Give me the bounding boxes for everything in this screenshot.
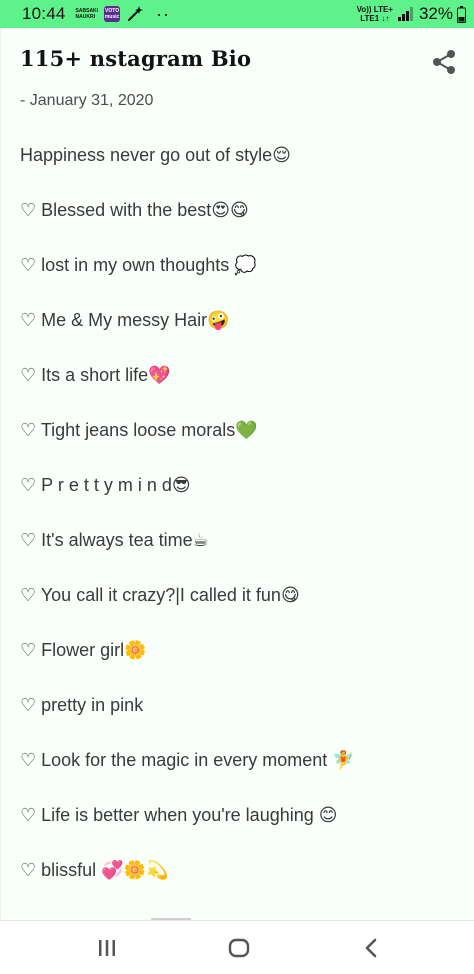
battery-percent: 32% xyxy=(418,4,453,23)
bio-item: Happiness never go out of style😌 xyxy=(20,145,291,165)
bio-item: ♡ Blessed with the best😍😋 xyxy=(20,200,249,220)
notification-label: SABSAKI NAUKRI xyxy=(76,8,99,20)
bio-item: ♡ P r e t t y m i n d😎 xyxy=(20,475,191,495)
wand-icon xyxy=(128,6,144,21)
signal-icon xyxy=(397,7,413,21)
bio-item: ♡ Its a short life💖 xyxy=(20,365,171,385)
bio-item: ♡ It's always tea time☕ xyxy=(20,530,209,550)
status-bar: 10:44 SABSAKI NAUKRI VOTO music ·· Vo)) … xyxy=(0,0,474,28)
blog-page: 115+ nstagram Bio - January 31, 2020 Hap… xyxy=(0,28,474,921)
network-label-bottom: LTE1 ↓↑ xyxy=(360,14,390,23)
notification-icons: SABSAKI NAUKRI VOTO music ·· xyxy=(76,5,171,23)
phone-screen: 10:44 SABSAKI NAUKRI VOTO music ·· Vo)) … xyxy=(0,0,474,974)
network-label-top: Vo)) LTE+ xyxy=(356,5,393,14)
network-label: Vo)) LTE+ LTE1 ↓↑ xyxy=(357,5,393,23)
app-badge-line-2: music xyxy=(104,14,120,20)
bio-item: ♡ blissful 💞🌼💫 xyxy=(20,860,169,880)
recents-icon[interactable] xyxy=(93,934,121,962)
bio-item: ♡ Look for the magic in every moment 🧚 xyxy=(20,750,355,770)
notification-label-line-2: NAUKRI xyxy=(75,14,95,20)
bio-list: Happiness never go out of style😌 ♡ Bless… xyxy=(20,141,355,911)
app-badge-icon: VOTO music xyxy=(104,6,121,22)
more-dots-icon: ·· xyxy=(156,4,171,24)
post-card: 115+ nstagram Bio - January 31, 2020 Hap… xyxy=(0,28,474,921)
post-date: - January 31, 2020 xyxy=(20,92,154,109)
bio-item: ♡ You call it crazy?|I called it fun😋 xyxy=(20,585,300,605)
share-icon[interactable] xyxy=(430,48,458,76)
status-time: 10:44 xyxy=(22,4,66,23)
battery-icon xyxy=(457,5,466,23)
navigation-bar xyxy=(0,920,474,974)
post-title: 115+ nstagram Bio xyxy=(20,46,252,71)
bio-item: ♡ Flower girl🌼 xyxy=(20,640,147,660)
bio-item: ♡ Tight jeans loose morals💚 xyxy=(20,420,258,440)
bio-item: ♡ Me & My messy Hair🤪 xyxy=(20,310,230,330)
bio-item: ♡ pretty in pink xyxy=(20,695,144,715)
bio-item: ♡ Life is better when you're laughing 😊 xyxy=(20,805,338,825)
home-icon[interactable] xyxy=(225,934,253,962)
bio-item: ♡ lost in my own thoughts 💭 xyxy=(20,255,257,275)
back-icon[interactable] xyxy=(358,934,386,962)
status-right: Vo)) LTE+ LTE1 ↓↑ 32% xyxy=(357,4,466,24)
